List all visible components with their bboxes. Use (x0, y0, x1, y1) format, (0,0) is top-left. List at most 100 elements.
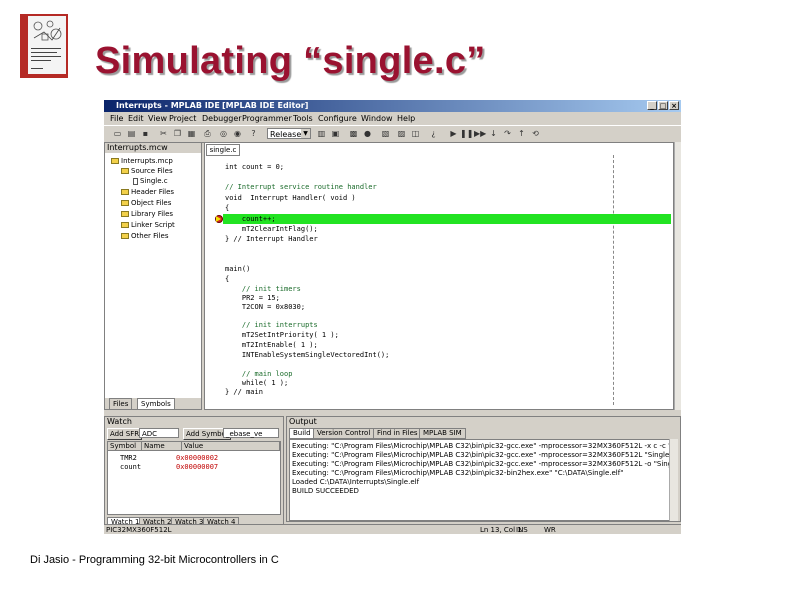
memory-icon[interactable]: ▩ (348, 129, 359, 139)
menu-debugger[interactable]: Debugger (202, 114, 242, 123)
copy-icon[interactable]: ❐ (172, 129, 183, 139)
save-icon[interactable]: ▪ (140, 129, 151, 139)
watch-row-name[interactable]: TMR2 (120, 454, 137, 462)
tab-symbols[interactable]: Symbols (137, 398, 175, 410)
menu-view[interactable]: View (148, 114, 167, 123)
sfr-select[interactable]: ADC (139, 428, 179, 438)
code-line: // Interrupt service routine handler (225, 183, 377, 191)
code-line: } // main (225, 388, 263, 396)
output-text[interactable]: Executing: "C:\Program Files\Microchip\M… (289, 439, 671, 521)
tab-mplab-sim[interactable]: MPLAB SIM (419, 428, 466, 439)
minimize-button[interactable]: _ (647, 101, 657, 110)
window-controls: _ □ × (647, 101, 679, 110)
project-window: Interrupts.mcw Interrupts.mcp Source Fil… (104, 142, 202, 410)
slide-footer: Di Jasio - Programming 32-bit Microcontr… (30, 554, 279, 566)
window-titlebar[interactable]: Interrupts - MPLAB IDE [MPLAB IDE Editor… (104, 100, 681, 112)
paste-icon[interactable]: ▦ (186, 129, 197, 139)
tree-project-root[interactable]: Interrupts.mcp (111, 157, 173, 165)
menu-help[interactable]: Help (397, 114, 415, 123)
halt-icon[interactable]: ❚❚ (460, 129, 473, 139)
book-cover-text-line (31, 60, 51, 61)
folder-icon (121, 222, 129, 228)
watch-row-value[interactable]: 0x00000002 (176, 454, 218, 462)
checksum-icon[interactable]: ▧ (380, 129, 391, 139)
code-line: while( 1 ); (225, 379, 289, 387)
column-header-value[interactable]: Value (182, 442, 280, 451)
output-window-title: Output (289, 417, 317, 426)
menu-project[interactable]: Project (169, 114, 196, 123)
menu-configure[interactable]: Configure (318, 114, 357, 123)
code-line: // init interrupts (225, 321, 318, 329)
run-icon[interactable]: ▶ (448, 129, 459, 139)
tab-files[interactable]: Files (109, 398, 133, 410)
new-file-icon[interactable]: ▭ (112, 129, 123, 139)
tree-linker-script[interactable]: Linker Script (121, 221, 175, 229)
watch-row-name[interactable]: count (120, 463, 141, 471)
menu-tools[interactable]: Tools (293, 114, 313, 123)
folder-icon (111, 158, 119, 164)
document-title: [MPLAB IDE Editor] (222, 101, 309, 110)
code-line: count++; (225, 215, 276, 223)
tree-other-files[interactable]: Other Files (121, 232, 168, 240)
add-sfr-button[interactable]: Add SFR (107, 428, 143, 440)
toolbar: ▭ ▤ ▪ ✂ ❐ ▦ ⎙ ◎ ◉ ? Release ▼ ▥ ▣ ▩ ● ▧ … (104, 125, 681, 143)
step-out-icon[interactable]: ↑ (516, 129, 527, 139)
code-line: // init timers (225, 285, 301, 293)
output-scrollbar[interactable] (669, 439, 678, 521)
book-cover-illustration (33, 20, 62, 41)
menu-programmer[interactable]: Programmer (242, 114, 292, 123)
watch-table: Symbol Name Value TMR2 0x00000002 count … (107, 441, 281, 515)
maximize-button[interactable]: □ (658, 101, 668, 110)
status-bar: PIC32MX360F512L Ln 13, Col 1 INS WR (104, 524, 681, 534)
editor-margin-line (613, 155, 615, 405)
tab-version-control[interactable]: Version Control (313, 428, 375, 439)
tree-file-single-c[interactable]: Single.c (133, 177, 168, 185)
help-icon[interactable]: ? (248, 129, 259, 139)
code-line: mT2IntEnable( 1 ); (225, 341, 318, 349)
print-icon[interactable]: ⎙ (202, 129, 213, 139)
menu-window[interactable]: Window (361, 114, 393, 123)
editor-tab-single-c[interactable]: single.c (206, 144, 240, 156)
close-button[interactable]: × (669, 101, 679, 110)
program-counter-arrow-icon (216, 216, 221, 222)
watch-icon[interactable]: ◫ (410, 129, 421, 139)
build-all-icon[interactable]: ▣ (330, 129, 341, 139)
editor-scrollbar[interactable] (674, 142, 681, 410)
code-line: { (225, 275, 230, 283)
menu-file[interactable]: File (110, 114, 123, 123)
menu-edit[interactable]: Edit (128, 114, 144, 123)
step-over-icon[interactable]: ↷ (502, 129, 513, 139)
output-line: Executing: "C:\Program Files\Microchip\M… (292, 451, 670, 459)
window-title: Interrupts - MPLAB IDE (116, 101, 220, 110)
book-cover-text-line (31, 48, 61, 49)
tab-find-in-files[interactable]: Find in Files (373, 428, 422, 439)
open-file-icon[interactable]: ▤ (126, 129, 137, 139)
tree-header-files[interactable]: Header Files (121, 188, 174, 196)
find-in-files-icon[interactable]: ◉ (232, 129, 243, 139)
animate-icon[interactable]: ▶▶ (474, 129, 486, 139)
output-line: Executing: "C:\Program Files\Microchip\M… (292, 460, 671, 468)
tree-object-files[interactable]: Object Files (121, 199, 171, 207)
build-config-select[interactable]: Release ▼ (267, 128, 311, 139)
column-header-name[interactable]: Name (142, 442, 182, 451)
question-icon[interactable]: ¿ (428, 129, 439, 139)
code-editor[interactable]: single.c int count = 0; // Interrupt ser… (204, 142, 674, 410)
tree-source-files[interactable]: Source Files (121, 167, 173, 175)
reset-icon[interactable]: ⟲ (530, 129, 541, 139)
tree-library-files[interactable]: Library Files (121, 210, 173, 218)
step-into-icon[interactable]: ↓ (488, 129, 499, 139)
code-line: T2CON = 0x8030; (225, 303, 306, 311)
watch-row-value[interactable]: 0x00000007 (176, 463, 218, 471)
cut-icon[interactable]: ✂ (158, 129, 169, 139)
output-icon[interactable]: ▨ (396, 129, 407, 139)
code-line: { (225, 204, 230, 212)
code-line: main() (225, 265, 251, 273)
make-icon[interactable]: ▥ (316, 129, 327, 139)
tab-build[interactable]: Build (289, 428, 315, 439)
book-cover-text-line (31, 56, 61, 57)
column-header-symbol[interactable]: Symbol (108, 442, 142, 451)
symbol-select[interactable]: _ebase_ve (223, 428, 279, 438)
breakpoint-icon[interactable]: ● (362, 129, 373, 139)
output-line: BUILD SUCCEEDED (292, 487, 359, 495)
find-icon[interactable]: ◎ (218, 129, 229, 139)
